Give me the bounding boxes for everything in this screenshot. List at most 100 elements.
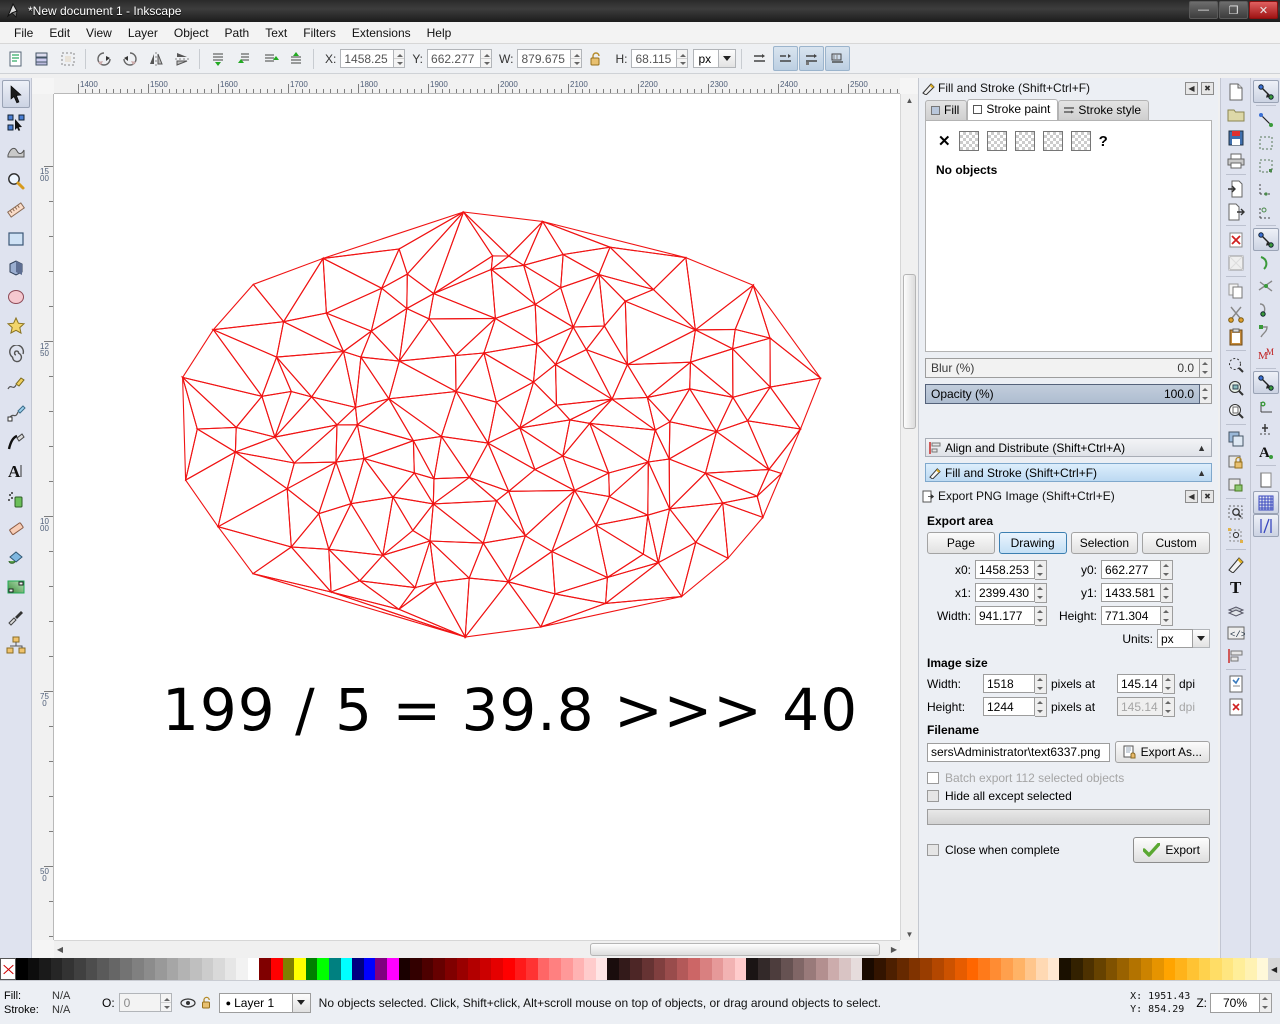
mesh-triangle[interactable] <box>290 546 332 594</box>
snap-rotation-center-toggle[interactable] <box>1253 417 1279 440</box>
chevron-down-icon[interactable] <box>1193 629 1210 648</box>
fill-stroke-indicator[interactable]: Fill: N/A Stroke: N/A <box>0 989 96 1017</box>
palette-swatch[interactable] <box>352 958 364 980</box>
mesh-triangle[interactable] <box>695 328 736 350</box>
export-as-button[interactable]: Export As... <box>1114 741 1210 763</box>
mesh-triangle[interactable] <box>689 361 734 398</box>
palette-swatch[interactable] <box>1129 958 1141 980</box>
palette-swatch[interactable] <box>444 958 457 980</box>
mesh-triangle[interactable] <box>495 380 535 429</box>
palette-swatch[interactable] <box>526 958 538 980</box>
snap-page-border-toggle[interactable] <box>1253 468 1279 491</box>
canvas-text-object[interactable]: 199 / 5 = 39.8 >>> 40 <box>162 676 858 744</box>
mesh-triangle[interactable] <box>554 348 614 401</box>
mesh-triangle[interactable] <box>463 580 542 638</box>
mesh-triangle[interactable] <box>554 576 609 605</box>
calligraphy-tool[interactable] <box>2 428 30 456</box>
palette-swatch[interactable] <box>1001 958 1014 980</box>
mesh-triangle[interactable] <box>290 512 330 550</box>
palette-swatch[interactable] <box>781 958 793 980</box>
palette-swatch[interactable] <box>375 958 387 980</box>
palette-swatch[interactable] <box>1105 958 1118 980</box>
palette-swatch[interactable] <box>16 958 28 980</box>
mesh-triangle[interactable] <box>327 502 384 556</box>
color-palette[interactable]: ◀ <box>0 958 1280 980</box>
mesh-triangle[interactable] <box>518 419 571 457</box>
batch-export-checkbox[interactable] <box>927 772 939 784</box>
mesh-triangle[interactable] <box>608 460 649 517</box>
palette-swatch[interactable] <box>862 958 874 980</box>
mesh-triangle[interactable] <box>428 292 496 320</box>
palette-swatch[interactable] <box>815 958 828 980</box>
rotate-90-ccw-icon[interactable] <box>91 46 116 71</box>
transform-affect-patterns-icon[interactable] <box>825 46 851 71</box>
x1-input[interactable]: 2399.430 <box>975 583 1035 602</box>
mesh-triangle[interactable] <box>507 489 577 537</box>
units-value[interactable]: px <box>693 49 720 68</box>
mesh-triangle[interactable] <box>356 424 416 460</box>
transform-button[interactable] <box>1223 524 1249 547</box>
mesh-triangle[interactable] <box>550 524 609 579</box>
zoom-drawing-button[interactable] <box>1223 376 1249 399</box>
palette-swatch[interactable] <box>131 958 144 980</box>
mesh-triangle[interactable] <box>560 253 601 289</box>
mesh-triangle[interactable] <box>704 472 759 504</box>
palette-swatch[interactable] <box>329 958 341 980</box>
palette-swatch[interactable] <box>305 958 318 980</box>
mesh-triangle[interactable] <box>440 390 490 444</box>
palette-swatch[interactable] <box>120 958 132 980</box>
y-field-group[interactable]: 662.277 <box>427 49 493 68</box>
layer-name[interactable]: ● Layer 1 <box>218 992 293 1013</box>
mesh-triangle[interactable] <box>335 457 365 506</box>
mesh-triangle[interactable] <box>398 307 430 362</box>
palette-swatch[interactable] <box>873 958 886 980</box>
mesh-triangle[interactable] <box>522 253 564 289</box>
mesh-triangle[interactable] <box>752 284 822 379</box>
save-document-button[interactable] <box>1223 126 1249 149</box>
mesh-triangle[interactable] <box>550 489 597 553</box>
mesh-triangle[interactable] <box>292 423 338 464</box>
mesh-triangle[interactable] <box>588 422 650 474</box>
mesh-triangle[interactable] <box>433 254 494 295</box>
mesh-triangle[interactable] <box>715 420 771 472</box>
mesh-triangle[interactable] <box>428 540 484 580</box>
menu-object[interactable]: Object <box>166 24 217 42</box>
palette-swatch[interactable] <box>294 958 306 980</box>
mesh-triangle[interactable] <box>746 420 802 471</box>
mesh-triangle[interactable] <box>273 423 339 464</box>
mesh-triangle[interactable] <box>604 562 659 605</box>
mesh-triangle[interactable] <box>554 363 614 406</box>
mesh-triangle[interactable] <box>397 581 467 639</box>
palette-swatch[interactable] <box>155 958 167 980</box>
mesh-triangle[interactable] <box>597 273 656 302</box>
mesh-triangle[interactable] <box>646 395 671 431</box>
h-field-group[interactable]: 68.115 <box>631 49 689 68</box>
y0-input[interactable]: 662.277 <box>1101 560 1161 579</box>
mesh-triangle[interactable] <box>540 595 682 628</box>
mesh-triangle[interactable] <box>275 350 345 398</box>
y-spinner[interactable] <box>481 49 493 68</box>
snap-bbox-corner-toggle[interactable] <box>1253 154 1279 177</box>
mesh-triangle[interactable] <box>398 317 457 362</box>
mesh-triangle[interactable] <box>589 422 656 463</box>
palette-swatch[interactable] <box>1256 958 1269 980</box>
mesh-triangle[interactable] <box>668 458 707 511</box>
mesh-triangle[interactable] <box>555 398 613 421</box>
snap-midpoint-toggle[interactable]: MM <box>1253 343 1279 366</box>
mesh-triangle[interactable] <box>560 273 600 329</box>
mesh-triangle[interactable] <box>334 423 365 463</box>
mesh-triangle[interactable] <box>235 395 276 438</box>
palette-swatch[interactable] <box>966 958 979 980</box>
mesh-triangle[interactable] <box>483 351 535 404</box>
mesh-triangle[interactable] <box>318 502 353 551</box>
lower-to-bottom-icon[interactable] <box>283 46 308 71</box>
horizontal-ruler[interactable]: 1400 1500 1600 1700 1800 1900 2000 2100 2200 2300… <box>54 78 900 94</box>
mesh-triangle[interactable] <box>667 430 718 474</box>
palette-swatch[interactable] <box>642 958 654 980</box>
close-when-complete-checkbox[interactable] <box>927 844 939 856</box>
transform-affect-corners-icon[interactable] <box>773 46 799 71</box>
opacity-spinner[interactable] <box>1200 384 1212 404</box>
layer-dropdown-arrow[interactable] <box>292 992 311 1013</box>
mesh-triangle[interactable] <box>195 426 237 453</box>
mesh-triangle[interactable] <box>594 514 649 556</box>
